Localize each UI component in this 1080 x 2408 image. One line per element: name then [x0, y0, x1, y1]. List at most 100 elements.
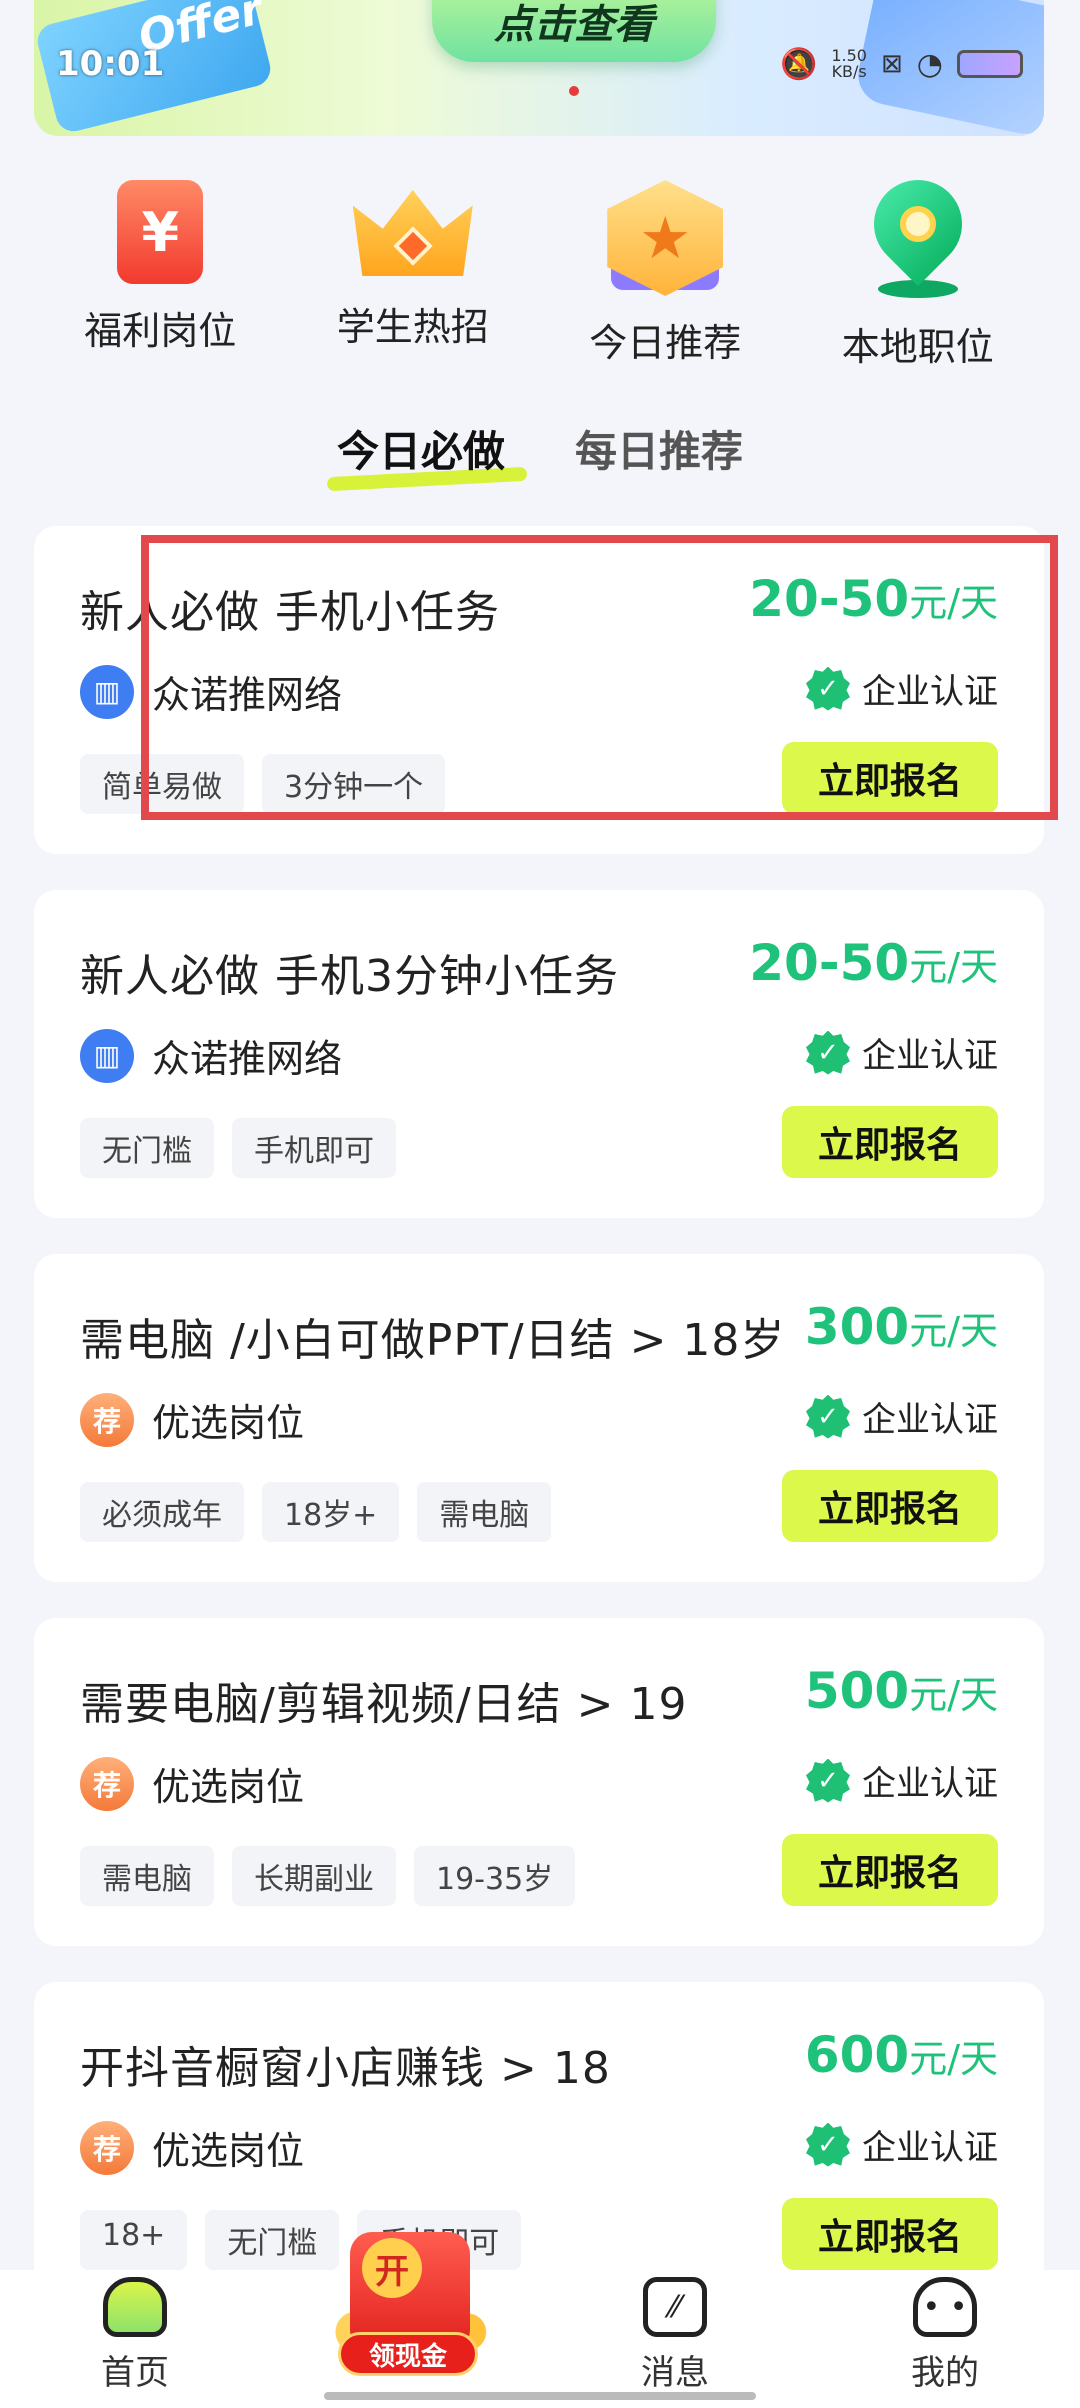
verified-badge: ✓ 企业认证: [806, 1392, 998, 1441]
battery-icon: [956, 50, 1023, 78]
apply-button[interactable]: 立即报名: [782, 1834, 998, 1906]
company-name: 众诺推网络: [152, 1037, 343, 1081]
location-pin-icon: [855, 161, 980, 300]
message-icon: ⁄⁄: [643, 2277, 707, 2337]
nav-messages[interactable]: ⁄⁄ 消息: [575, 2277, 775, 2394]
job-tags: 需电脑 长期副业 19-35岁: [80, 1846, 576, 1906]
apply-button[interactable]: 立即报名: [782, 2198, 998, 2270]
company-name: 优选岗位: [152, 2129, 305, 2173]
job-title: 新人必做 手机3分钟小任务: [80, 951, 619, 1002]
no-sim-icon: ⊠: [880, 49, 903, 79]
profile-ghost-icon: • •: [913, 2277, 977, 2337]
category-today-recommend[interactable]: ★ 今日推荐: [550, 180, 780, 380]
tab-daily-recommend[interactable]: 每日推荐: [575, 418, 743, 488]
mute-icon: 🔕: [780, 46, 818, 82]
job-salary: 20-50元/天: [749, 934, 998, 992]
job-tag: 18+: [80, 2210, 188, 2270]
company-name: 优选岗位: [152, 1765, 305, 1809]
salary-amount: 20-50: [749, 570, 910, 628]
job-salary: 600元/天: [805, 2026, 998, 2084]
star-hexagon-icon: ★: [607, 180, 724, 296]
category-welfare-jobs[interactable]: ¥ 福利岗位: [45, 180, 275, 380]
salary-amount: 500: [804, 1662, 910, 1720]
salary-unit: 元/天: [909, 1673, 998, 1717]
company-name: 众诺推网络: [152, 673, 343, 717]
check-badge-icon: ✓: [806, 1030, 850, 1075]
category-student-jobs[interactable]: 学生热招: [298, 180, 528, 380]
job-tag: 必须成年: [80, 1482, 244, 1542]
verified-badge: ✓ 企业认证: [806, 1028, 998, 1077]
carousel-indicator-dot: [569, 86, 579, 96]
job-card[interactable]: 新人必做 手机3分钟小任务 20-50元/天 ▥ 众诺推网络 ✓ 企业认证 无门…: [34, 890, 1044, 1218]
job-tag: 18岁+: [262, 1482, 400, 1542]
recommend-badge-icon: 荐: [80, 1756, 134, 1811]
salary-amount: 20-50: [749, 934, 910, 992]
company-name: 优选岗位: [152, 1401, 305, 1445]
salary-unit: 元/天: [909, 1309, 998, 1353]
check-badge-icon: ✓: [806, 2122, 850, 2167]
company-info: ▥ 众诺推网络: [80, 1028, 342, 1083]
apply-button[interactable]: 立即报名: [782, 1106, 998, 1178]
job-salary: 20-50元/天: [749, 570, 998, 628]
salary-unit: 元/天: [909, 945, 998, 989]
company-info: 荐 优选岗位: [80, 1392, 304, 1447]
job-tag: 3分钟一个: [262, 754, 446, 814]
home-indicator[interactable]: [324, 2392, 756, 2400]
verified-badge: ✓ 企业认证: [806, 664, 998, 713]
red-envelope-icon: ¥: [117, 180, 204, 284]
category-local-jobs[interactable]: 本地职位: [803, 161, 1033, 380]
nav-label: 我的: [911, 2353, 979, 2393]
salary-amount: 300: [804, 1298, 910, 1356]
get-cash-button[interactable]: 开 领现金: [320, 2232, 500, 2392]
apply-button[interactable]: 立即报名: [782, 1470, 998, 1542]
verify-label: 企业认证: [862, 672, 998, 712]
verify-label: 企业认证: [862, 1764, 998, 1804]
job-title: 新人必做 手机小任务: [80, 587, 500, 638]
job-tag: 简单易做: [80, 754, 244, 814]
recommend-badge-icon: 荐: [80, 2120, 134, 2175]
check-badge-icon: ✓: [806, 666, 850, 711]
category-label: 今日推荐: [589, 321, 742, 365]
job-salary: 500元/天: [805, 1662, 998, 1720]
nav-me[interactable]: • • 我的: [845, 2277, 1045, 2394]
job-card[interactable]: 开抖音橱窗小店赚钱 > 18 600元/天 荐 优选岗位 ✓ 企业认证 18+ …: [34, 1982, 1044, 2310]
job-tag: 需电脑: [417, 1482, 552, 1542]
job-title: 需要电脑/剪辑视频/日结 > 19: [80, 1679, 688, 1730]
job-tags: 必须成年 18岁+ 需电脑: [80, 1482, 552, 1542]
company-info: 荐 优选岗位: [80, 1756, 304, 1811]
salary-unit: 元/天: [909, 2037, 998, 2081]
job-card[interactable]: 新人必做 手机小任务 20-50元/天 ▥ 众诺推网络 ✓ 企业认证 简单易做 …: [34, 526, 1044, 854]
category-label: 学生热招: [336, 305, 489, 349]
check-badge-icon: ✓: [806, 1758, 850, 1803]
job-tags: 无门槛 手机即可: [80, 1118, 396, 1178]
job-tag: 手机即可: [232, 1118, 396, 1178]
job-tag: 需电脑: [80, 1846, 214, 1906]
yuan-glyph: ¥: [141, 200, 180, 264]
tab-label: 今日必做: [336, 427, 505, 476]
job-tag: 长期副业: [232, 1846, 396, 1906]
network-speed: 1.50 KB/s: [831, 48, 867, 80]
verify-label: 企业认证: [862, 1036, 998, 1076]
salary-unit: 元/天: [909, 581, 998, 625]
apply-button[interactable]: 立即报名: [782, 742, 998, 814]
recommend-badge-icon: 荐: [80, 1392, 134, 1447]
job-tag: 19-35岁: [414, 1846, 576, 1906]
job-salary: 300元/天: [805, 1298, 998, 1356]
job-tags: 简单易做 3分钟一个: [80, 754, 446, 814]
category-label: 福利岗位: [84, 309, 237, 353]
company-info: 荐 优选岗位: [80, 2120, 304, 2175]
nav-label: 首页: [101, 2353, 169, 2393]
job-card[interactable]: 需要电脑/剪辑视频/日结 > 19 500元/天 荐 优选岗位 ✓ 企业认证 需…: [34, 1618, 1044, 1946]
tab-label: 每日推荐: [575, 427, 744, 476]
company-info: ▥ 众诺推网络: [80, 664, 342, 719]
banner-view-button[interactable]: 点击查看: [432, 0, 716, 62]
network-speed-unit: KB/s: [831, 62, 867, 81]
tab-today-must-do[interactable]: 今日必做: [326, 418, 528, 492]
verify-label: 企业认证: [862, 2128, 998, 2168]
building-icon: ▥: [80, 664, 134, 719]
open-badge: 开: [362, 2238, 422, 2298]
salary-amount: 600: [804, 2026, 910, 2084]
status-icons: 🔕 1.50 KB/s ⊠ ◔: [780, 42, 1023, 86]
job-card[interactable]: 需电脑 /小白可做PPT/日结 > 18岁 300元/天 荐 优选岗位 ✓ 企业…: [34, 1254, 1044, 1582]
nav-home[interactable]: 首页: [35, 2277, 235, 2394]
